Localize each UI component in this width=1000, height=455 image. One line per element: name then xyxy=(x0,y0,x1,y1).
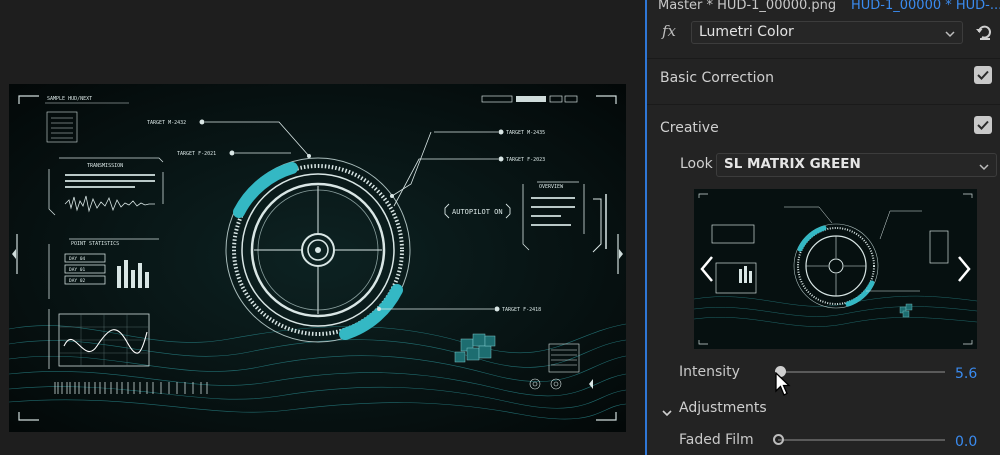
adjustments-title: Adjustments xyxy=(679,400,767,416)
look-value: SL MATRIX GREEN xyxy=(724,156,861,172)
hud-target-3: TARGET M-2435 xyxy=(506,130,545,136)
faded-film-slider-handle[interactable] xyxy=(772,434,784,445)
intensity-value[interactable]: 5.6 xyxy=(955,366,977,382)
effect-dropdown[interactable]: Lumetri Color xyxy=(691,21,963,44)
basic-correction-checkbox[interactable] xyxy=(974,66,992,84)
effect-header: fx Lumetri Color xyxy=(647,20,1000,46)
hud-graphic: SAMPLE HUD/NEXT TRANSMISSION POINT STATI… xyxy=(9,84,626,432)
hud-target-1: TARGET M-2432 xyxy=(147,120,186,126)
preview-hud-graphic xyxy=(694,189,977,349)
previous-look-arrow-icon[interactable] xyxy=(696,251,718,287)
hud-autopilot: AUTOPILOT ON xyxy=(452,208,503,216)
basic-correction-title[interactable]: Basic Correction xyxy=(660,70,774,86)
tab-master-clip[interactable]: Master * HUD-1_00000.png xyxy=(658,0,836,13)
look-label: Look xyxy=(680,156,713,172)
intensity-label: Intensity xyxy=(679,364,740,380)
chevron-down-icon xyxy=(978,158,990,177)
chevron-down-icon xyxy=(944,25,956,44)
hud-target-2: TARGET F-2021 xyxy=(177,151,216,157)
intensity-slider-track[interactable] xyxy=(780,371,945,373)
effect-controls-panel: Master * HUD-1_00000.png HUD-1_00000 * H… xyxy=(647,0,1000,455)
divider xyxy=(647,58,1000,59)
look-preview-thumbnail[interactable] xyxy=(694,189,977,349)
reset-icon[interactable] xyxy=(974,23,994,47)
divider xyxy=(647,104,1000,105)
faded-film-label: Faded Film xyxy=(679,432,754,448)
video-frame[interactable]: SAMPLE HUD/NEXT TRANSMISSION POINT STATI… xyxy=(9,84,626,432)
faded-film-value[interactable]: 0.0 xyxy=(955,434,977,450)
hud-target-4: TARGET F-2023 xyxy=(506,157,545,163)
chevron-down-icon xyxy=(661,404,673,423)
creative-title[interactable]: Creative xyxy=(660,120,719,136)
hud-day-b: DAY 01 xyxy=(69,267,86,273)
tab-bar: Master * HUD-1_00000.png HUD-1_00000 * H… xyxy=(647,0,1000,18)
program-monitor: SAMPLE HUD/NEXT TRANSMISSION POINT STATI… xyxy=(0,0,646,455)
hud-target-5: TARGET F-2418 xyxy=(502,307,541,313)
tab-active-clip[interactable]: HUD-1_00000 * HUD-... xyxy=(851,0,1000,13)
look-dropdown[interactable]: SL MATRIX GREEN xyxy=(716,153,997,177)
hud-point-stats: POINT STATISTICS xyxy=(71,241,119,247)
hud-day-a: DAY 04 xyxy=(69,256,86,262)
effect-name: Lumetri Color xyxy=(699,24,794,40)
faded-film-slider-track[interactable] xyxy=(778,439,945,441)
mouse-cursor-icon xyxy=(775,371,791,402)
fx-icon[interactable]: fx xyxy=(662,22,676,40)
hud-overview: OVERVIEW xyxy=(539,184,564,190)
next-look-arrow-icon[interactable] xyxy=(953,251,975,287)
hud-day-c: DAY 02 xyxy=(69,278,86,284)
hud-transmission: TRANSMISSION xyxy=(87,163,123,169)
hud-title: SAMPLE HUD/NEXT xyxy=(47,96,92,102)
creative-checkbox[interactable] xyxy=(974,116,992,134)
